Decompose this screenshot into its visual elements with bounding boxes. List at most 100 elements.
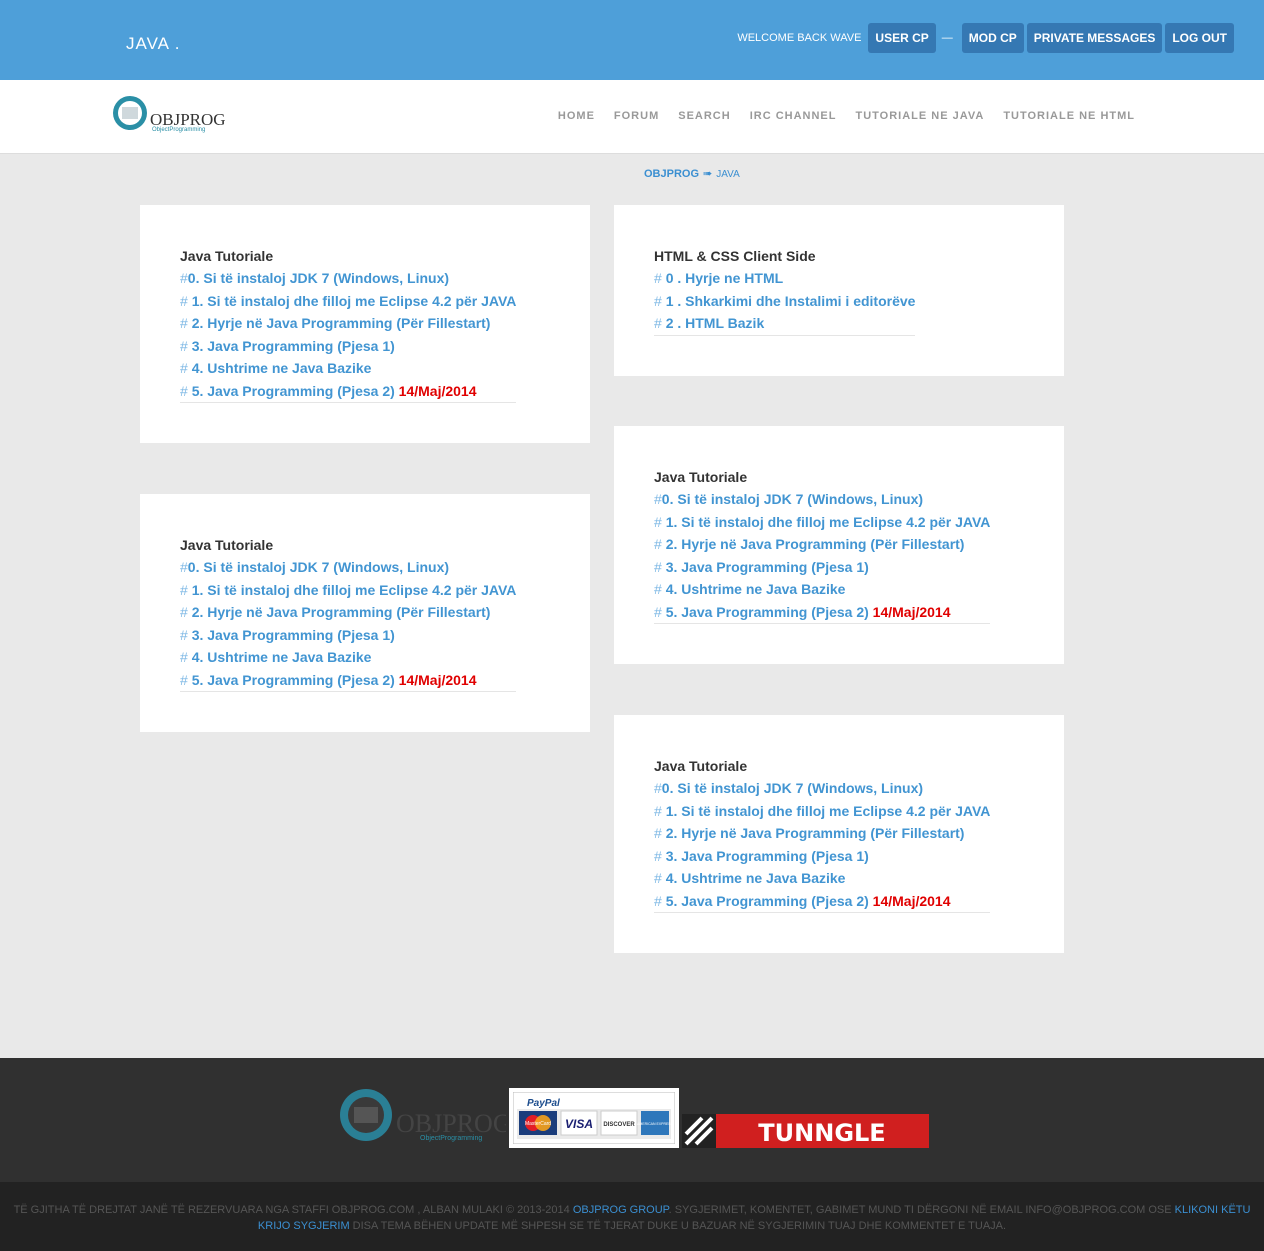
list-item: # 2 . HTML Bazik	[654, 315, 765, 331]
nav-tutoriale-java[interactable]: TUTORIALE NE JAVA	[855, 110, 984, 122]
tutorial-link[interactable]: 1 . Shkarkimi dhe Instalimi i editorëve	[666, 293, 916, 309]
tutorial-link[interactable]: 0. Si të instaloj JDK 7 (Windows, Linux)	[188, 559, 449, 575]
list-item: # 3. Java Programming (Pjesa 1)	[654, 558, 869, 575]
welcome-text: WELCOME BACK WAVE	[737, 32, 862, 44]
site-title: JAVA .	[126, 34, 181, 53]
card-title: Java Tutoriale	[180, 537, 274, 553]
tutorial-link[interactable]: 4. Ushtrime ne Java Bazike	[666, 581, 846, 597]
tutorial-link[interactable]: 1. Si të instaloj dhe filloj me Eclipse …	[192, 582, 517, 598]
main-nav: HOME FORUM SEARCH IRC CHANNEL TUTORIALE …	[539, 110, 1135, 122]
tutorial-link[interactable]: 3. Java Programming (Pjesa 1)	[666, 848, 869, 864]
list-item: # 5. Java Programming (Pjesa 2) 14/Maj/2…	[654, 892, 951, 909]
svg-text:MasterCard: MasterCard	[525, 1121, 551, 1127]
site-logo[interactable]: OBJPROG ObjectProgramming	[112, 95, 230, 133]
tutorial-link[interactable]: 5. Java Programming (Pjesa 2)	[192, 672, 395, 688]
list-item: # 1. Si të instaloj dhe filloj me Eclips…	[180, 581, 517, 598]
tutorial-link[interactable]: 4. Ushtrime ne Java Bazike	[192, 649, 372, 665]
tutorial-link[interactable]: 2 . HTML Bazik	[666, 315, 765, 331]
html-css-card: HTML & CSS Client Side # 0 . Hyrje ne HT…	[614, 205, 1064, 376]
logo-icon: OBJPROG ObjectProgramming	[340, 1089, 512, 1142]
svg-text:TUNNGLE: TUNNGLE	[758, 1119, 885, 1147]
list-item: # 4. Ushtrime ne Java Bazike	[654, 581, 846, 597]
list-item: # 5. Java Programming (Pjesa 2) 14/Maj/2…	[654, 603, 951, 620]
list-item: #0. Si të instaloj JDK 7 (Windows, Linux…	[654, 780, 924, 796]
logo-icon: OBJPROG ObjectProgramming	[113, 96, 226, 133]
footer-logo[interactable]: OBJPROG ObjectProgramming	[338, 1086, 512, 1149]
svg-text:ObjectProgramming: ObjectProgramming	[152, 127, 205, 133]
copyright-text: . SYGJERIMET, KOMENTET, GABIMET MUND TI …	[668, 1204, 1172, 1216]
tutorial-list: #0. Si të instaloj JDK 7 (Windows, Linux…	[180, 556, 517, 692]
tutorial-link[interactable]: 0 . Hyrje ne HTML	[666, 270, 783, 286]
list-item: # 3. Java Programming (Pjesa 1)	[654, 847, 869, 864]
breadcrumb-root[interactable]: OBJPROG	[644, 168, 699, 180]
tutorial-link[interactable]: 3. Java Programming (Pjesa 1)	[666, 559, 869, 575]
breadcrumb-arrow-icon: ➠	[703, 168, 713, 180]
list-item: #0. Si të instaloj JDK 7 (Windows, Linux…	[654, 491, 924, 507]
tutorial-list: #0. Si të instaloj JDK 7 (Windows, Linux…	[180, 267, 517, 403]
user-cp-button[interactable]: USER CP	[868, 23, 936, 53]
list-item: #0. Si të instaloj JDK 7 (Windows, Linux…	[180, 559, 450, 575]
tutorial-link[interactable]: 3. Java Programming (Pjesa 1)	[192, 338, 395, 354]
tutorial-link[interactable]: 5. Java Programming (Pjesa 2)	[192, 383, 395, 399]
tutorial-list: #0. Si të instaloj JDK 7 (Windows, Linux…	[654, 488, 991, 624]
list-item: # 2. Hyrje në Java Programming (Për Fill…	[180, 604, 491, 620]
tutorial-link[interactable]: 0. Si të instaloj JDK 7 (Windows, Linux)	[662, 491, 923, 507]
svg-text:AMERICAN EXPRESS: AMERICAN EXPRESS	[637, 1122, 674, 1126]
tutorial-link[interactable]: 2. Hyrje në Java Programming (Për Filles…	[666, 536, 965, 552]
tunngle-logo-icon: TUNNGLE	[682, 1114, 929, 1148]
separator: —	[941, 32, 953, 44]
tutorial-link[interactable]: 5. Java Programming (Pjesa 2)	[666, 893, 869, 909]
list-item: # 4. Ushtrime ne Java Bazike	[180, 649, 372, 665]
copyright-text: DISA TEMA BËHEN UPDATE MË SHPESH SE TË T…	[352, 1220, 1007, 1232]
mod-cp-button[interactable]: MOD CP	[961, 23, 1024, 53]
user-bar: WELCOME BACK WAVE USER CP — MOD CP PRIVA…	[737, 23, 1234, 53]
list-item: # 3. Java Programming (Pjesa 1)	[180, 626, 395, 643]
list-item: # 4. Ushtrime ne Java Bazike	[654, 870, 846, 886]
date-badge: 14/Maj/2014	[398, 382, 477, 399]
tutorial-link[interactable]: 2. Hyrje në Java Programming (Për Filles…	[192, 604, 491, 620]
top-bar: JAVA . WELCOME BACK WAVE USER CP — MOD C…	[0, 0, 1264, 80]
list-item: # 2. Hyrje në Java Programming (Për Fill…	[180, 315, 491, 331]
list-item: # 5. Java Programming (Pjesa 2) 14/Maj/2…	[180, 671, 477, 688]
tutorial-link[interactable]: 1. Si të instaloj dhe filloj me Eclipse …	[666, 803, 991, 819]
breadcrumb-current[interactable]: JAVA	[716, 169, 740, 180]
svg-text:DISCOVER: DISCOVER	[603, 1122, 635, 1128]
nav-tutoriale-html[interactable]: TUTORIALE NE HTML	[1003, 110, 1135, 122]
tutorial-link[interactable]: 4. Ushtrime ne Java Bazike	[666, 870, 846, 886]
tutorial-link[interactable]: 2. Hyrje në Java Programming (Për Filles…	[666, 825, 965, 841]
java-tutorials-card: Java Tutoriale #0. Si të instaloj JDK 7 …	[140, 494, 590, 732]
log-out-button[interactable]: LOG OUT	[1165, 23, 1234, 53]
paypal-cards-icon: PayPal MasterCard VISA DISCOVER AMERICAN…	[512, 1091, 676, 1145]
tutorial-link[interactable]: 2. Hyrje në Java Programming (Për Filles…	[192, 315, 491, 331]
list-item: # 1. Si të instaloj dhe filloj me Eclips…	[654, 802, 991, 819]
tutorial-link[interactable]: 0. Si të instaloj JDK 7 (Windows, Linux)	[662, 780, 923, 796]
nav-forum[interactable]: FORUM	[614, 110, 659, 122]
tutorial-link[interactable]: 1. Si të instaloj dhe filloj me Eclipse …	[666, 514, 991, 530]
tutorial-link[interactable]: 4. Ushtrime ne Java Bazike	[192, 360, 372, 376]
svg-text:ObjectProgramming: ObjectProgramming	[420, 1135, 482, 1142]
date-badge: 14/Maj/2014	[872, 603, 951, 620]
java-tutorials-card: Java Tutoriale #0. Si të instaloj JDK 7 …	[140, 205, 590, 443]
nav-irc-channel[interactable]: IRC CHANNEL	[750, 110, 837, 122]
list-item: #0. Si të instaloj JDK 7 (Windows, Linux…	[180, 270, 450, 286]
card-title: HTML & CSS Client Side	[654, 248, 816, 264]
card-title: Java Tutoriale	[654, 758, 748, 774]
copyright-text: TË GJITHA TË DREJTAT JANË TË REZERVUARA …	[13, 1204, 570, 1216]
nav-search[interactable]: SEARCH	[678, 110, 730, 122]
date-badge: 14/Maj/2014	[872, 892, 951, 909]
svg-text:PayPal: PayPal	[527, 1098, 560, 1109]
list-item: # 5. Java Programming (Pjesa 2) 14/Maj/2…	[180, 382, 477, 399]
list-item: # 1 . Shkarkimi dhe Instalimi i editorëv…	[654, 292, 916, 309]
tutorial-link[interactable]: 1. Si të instaloj dhe filloj me Eclipse …	[192, 293, 517, 309]
date-badge: 14/Maj/2014	[398, 671, 477, 688]
tunngle-banner[interactable]: TUNNGLE	[682, 1114, 929, 1148]
nav-home[interactable]: HOME	[558, 110, 595, 122]
copyright-bar: TË GJITHA TË DREJTAT JANË TË REZERVUARA …	[0, 1182, 1264, 1251]
svg-text:OBJPROG: OBJPROG	[396, 1109, 506, 1138]
tutorial-link[interactable]: 0. Si të instaloj JDK 7 (Windows, Linux)	[188, 270, 449, 286]
objprog-group-link[interactable]: OBJPROG GROUP	[573, 1204, 669, 1216]
private-messages-button[interactable]: PRIVATE MESSAGES	[1026, 23, 1163, 53]
tutorial-link[interactable]: 5. Java Programming (Pjesa 2)	[666, 604, 869, 620]
paypal-badge[interactable]: PayPal MasterCard VISA DISCOVER AMERICAN…	[509, 1088, 679, 1148]
tutorial-link[interactable]: 3. Java Programming (Pjesa 1)	[192, 627, 395, 643]
